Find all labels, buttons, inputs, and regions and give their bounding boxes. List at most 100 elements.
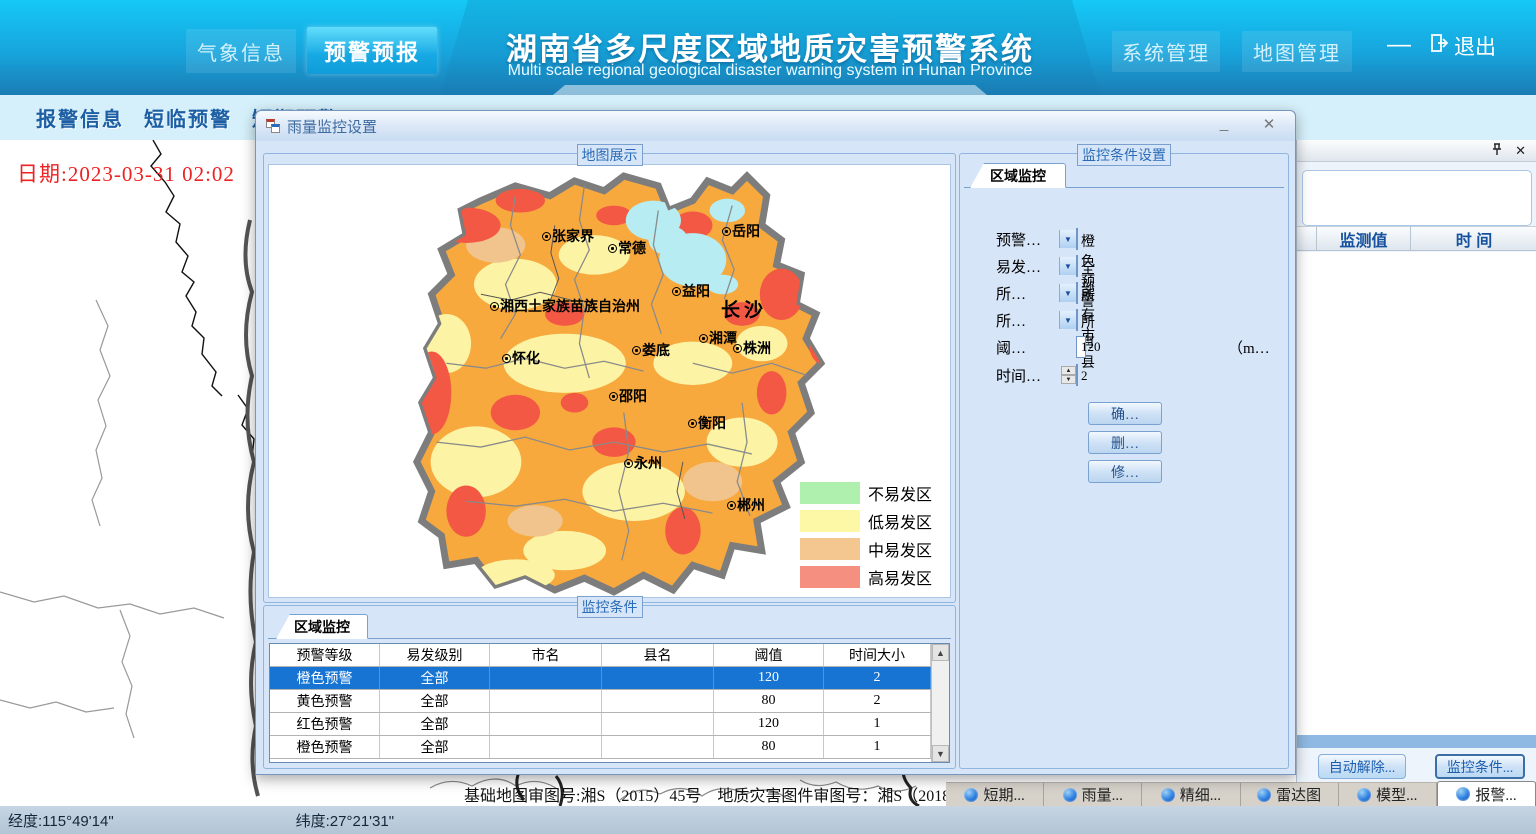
city-name: 邵阳 [619, 386, 647, 406]
county-select[interactable]: 所有县 ▼ [1076, 309, 1078, 331]
city-marker-icon [502, 354, 511, 363]
dock-close-icon[interactable]: ✕ [1515, 144, 1526, 157]
app-subtitle: Multi scale regional geological disaster… [440, 62, 1100, 80]
scroll-down-icon[interactable]: ▼ [932, 745, 949, 762]
dialog-titlebar[interactable]: 雨量监控设置 [256, 111, 1295, 141]
bottom-tab-label: 模型... [1376, 784, 1417, 805]
bottom-tab-1[interactable]: 雨量... [1044, 783, 1142, 806]
table-row[interactable]: 橙色预警全部801 [270, 736, 931, 759]
table-cell: 120 [714, 667, 824, 689]
dialog-minimize-button[interactable]: _ [1211, 115, 1237, 137]
time-size-stepper[interactable]: 2 ▲ ▼ [1076, 364, 1078, 386]
bottom-tab-2[interactable]: 精细... [1142, 783, 1240, 806]
susceptibility-label: 易发… [996, 256, 1041, 277]
modify-button[interactable]: 修… [1088, 460, 1162, 483]
table-cell [602, 667, 714, 689]
map-city-label: 湘潭 [699, 328, 737, 348]
subnav-item-0[interactable]: 报警信息 [36, 103, 124, 132]
nav-system-management[interactable]: 系统管理 [1112, 31, 1220, 72]
table-cell: 1 [824, 736, 931, 758]
threshold-input[interactable]: 120 [1076, 336, 1086, 358]
spinner-down-icon[interactable]: ▼ [1061, 375, 1076, 384]
table-cell: 橙色预警 [270, 667, 380, 689]
map-city-label: 衡阳 [688, 413, 726, 433]
bottom-tab-5[interactable]: 报警... [1437, 781, 1536, 806]
bottom-tab-0[interactable]: 短期... [946, 783, 1044, 806]
chevron-down-icon[interactable]: ▼ [1059, 311, 1076, 329]
bottom-tab-4[interactable]: 模型... [1339, 783, 1437, 806]
workspace: 日期:2023-03-31 02:02 基础地图审图号:湘S（2015）45号 … [0, 140, 1536, 806]
warning-level-select[interactable]: 橙色预警 ▼ [1076, 228, 1078, 250]
nav-warning-forecast[interactable]: 预警预报 [307, 27, 437, 74]
auto-release-button[interactable]: 自动解除... [1318, 754, 1406, 779]
chevron-down-icon[interactable]: ▼ [1059, 284, 1076, 302]
longitude-readout: 经度:115°49'14" [8, 810, 114, 831]
table-row[interactable]: 红色预警全部1201 [270, 713, 931, 736]
monitor-condition-button[interactable]: 监控条件... [1435, 754, 1525, 779]
table-cell: 全部 [380, 713, 490, 735]
bottom-tab-3[interactable]: 雷达图 [1241, 783, 1339, 806]
monitor-col-stub [1297, 227, 1317, 250]
city-name: 益阳 [682, 281, 710, 301]
legend-swatch [800, 538, 860, 560]
city-marker-icon [672, 287, 681, 296]
confirm-button[interactable]: 确… [1088, 402, 1162, 425]
table-cell: 全部 [380, 736, 490, 758]
table-scrollbar[interactable]: ▲ ▼ [931, 644, 949, 762]
city-name: 长沙 [721, 295, 767, 322]
map-city-label: 湘西土家族苗族自治州 [490, 296, 640, 316]
table-row[interactable]: 橙色预警全部1202 [270, 667, 931, 690]
susceptibility-select[interactable]: 全部 ▼ [1076, 255, 1078, 277]
map-city-label: 益阳 [672, 281, 710, 301]
globe-icon [1456, 787, 1470, 801]
map-city-label: 永州 [624, 453, 662, 473]
legend-row: 中易发区 [800, 537, 932, 561]
map-city-label: 郴州 [727, 495, 765, 515]
map-legend: 不易发区低易发区中易发区高易发区 [800, 481, 932, 589]
table-cell: 2 [824, 667, 931, 689]
hunan-risk-map[interactable]: 张家界常德岳阳益阳长沙湘西土家族苗族自治州怀化娄底湘潭株洲邵阳衡阳永州郴州 不易… [268, 164, 951, 598]
county-label: 所… [996, 310, 1026, 331]
tab-region-monitor-settings[interactable]: 区域监控 [970, 163, 1066, 188]
pin-icon[interactable] [1491, 143, 1503, 158]
city-marker-icon [542, 232, 551, 241]
delete-button[interactable]: 删… [1088, 431, 1162, 454]
table-cell: 黄色预警 [270, 690, 380, 712]
nav-map-management[interactable]: 地图管理 [1242, 31, 1352, 72]
column-header: 易发级别 [380, 644, 490, 666]
monitor-settings-group: 监控条件设置 区域监控 预警… 橙色预警 ▼ 易发… 全部 ▼ [959, 153, 1289, 769]
table-cell: 80 [714, 736, 824, 758]
map-approval-note: 基础地图审图号:湘S（2015）45号 地质灾害图件审图号：湘S（2018）04… [464, 782, 1006, 806]
monitor-col-value: 监测值 [1317, 227, 1411, 250]
table-cell [490, 736, 602, 758]
city-marker-icon [609, 392, 618, 401]
table-row[interactable]: 黄色预警全部802 [270, 690, 931, 713]
table-cell [490, 690, 602, 712]
chevron-down-icon[interactable]: ▼ [1059, 257, 1076, 275]
spinner-up-icon[interactable]: ▲ [1061, 366, 1076, 375]
city-marker-icon [727, 501, 736, 510]
legend-swatch [800, 482, 860, 504]
right-dock-panel: ✕ 监测值 时 间 自动解除... 监控条件... [1296, 140, 1536, 806]
city-name: 常德 [618, 238, 646, 258]
city-name: 株洲 [743, 338, 771, 358]
city-marker-icon [608, 244, 617, 253]
scroll-up-icon[interactable]: ▲ [932, 644, 949, 661]
tab-region-monitor[interactable]: 区域监控 [276, 614, 368, 639]
city-name: 湘西土家族苗族自治州 [500, 296, 640, 316]
city-name: 娄底 [642, 340, 670, 360]
dialog-close-button[interactable]: ✕ [1256, 115, 1282, 137]
city-marker-icon [632, 346, 641, 355]
city-name: 怀化 [512, 348, 540, 368]
city-select[interactable]: 所有市 ▼ [1076, 282, 1078, 304]
exit-button[interactable]: 退出 [1428, 30, 1496, 62]
monitor-table-header: 监测值 时 间 [1297, 226, 1536, 251]
map-city-label: 邵阳 [609, 386, 647, 406]
city-name: 岳阳 [732, 221, 760, 241]
nav-weather-info[interactable]: 气象信息 [186, 29, 296, 73]
subnav-item-1[interactable]: 短临预警 [144, 103, 232, 132]
exit-label: 退出 [1454, 31, 1496, 61]
chevron-down-icon[interactable]: ▼ [1059, 230, 1076, 248]
window-minimize-button[interactable]: — [1384, 30, 1414, 60]
bottom-tab-label: 精细... [1180, 784, 1221, 805]
